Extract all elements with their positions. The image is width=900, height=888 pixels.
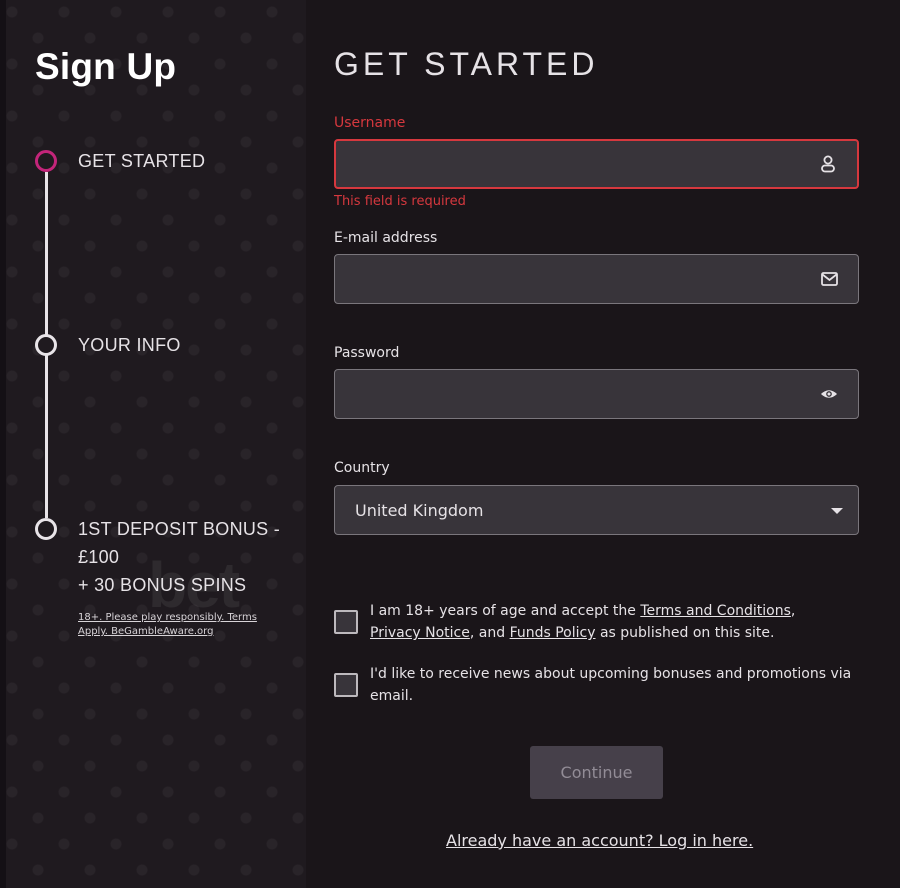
- step-indicator-bonus: [35, 518, 57, 540]
- terms-link[interactable]: Terms and Conditions: [640, 603, 791, 619]
- sidebar-title: Sign Up: [35, 46, 177, 87]
- step-indicator-your-info: [35, 334, 57, 356]
- age-consent-checkbox[interactable]: [334, 610, 358, 634]
- password-label: Password: [334, 345, 400, 361]
- country-select[interactable]: United Kingdom: [334, 485, 859, 535]
- country-label: Country: [334, 460, 390, 476]
- country-selected-value: United Kingdom: [355, 501, 484, 520]
- password-input[interactable]: [335, 370, 858, 418]
- email-field-wrapper: [334, 254, 859, 304]
- disclaimer-link-1[interactable]: 18+. Please play responsibly. Terms: [78, 612, 257, 623]
- funds-policy-link[interactable]: Funds Policy: [510, 625, 596, 641]
- age-consent-text-3: as published on this site.: [595, 625, 775, 641]
- form-title: GET STARTED: [334, 46, 599, 82]
- email-label: E-mail address: [334, 230, 438, 246]
- password-field-wrapper: [334, 369, 859, 419]
- age-consent-text-2: , and: [469, 625, 510, 641]
- privacy-notice-link[interactable]: Privacy Notice: [370, 625, 470, 641]
- marketing-consent-checkbox[interactable]: [334, 673, 358, 697]
- sidebar-edge: [0, 0, 6, 888]
- step-label-bonus: 1ST DEPOSIT BONUS - £100 + 30 BONUS SPIN…: [78, 515, 280, 599]
- username-label: Username: [334, 115, 406, 131]
- marketing-consent-text: I'd like to receive news about upcoming …: [370, 666, 852, 704]
- age-consent-text-1: I am 18+ years of age and accept the: [370, 603, 641, 619]
- bonus-line-1: 1ST DEPOSIT BONUS -: [78, 519, 281, 539]
- email-input[interactable]: [335, 255, 858, 303]
- bonus-line-3: + 30 BONUS SPINS: [78, 575, 247, 595]
- login-link[interactable]: Already have an account? Log in here.: [446, 831, 753, 850]
- disclaimer-link-2[interactable]: Apply. BeGambleAware.org: [78, 626, 213, 637]
- step-label-your-info: YOUR INFO: [78, 335, 181, 355]
- continue-button[interactable]: Continue: [530, 746, 663, 799]
- eye-icon[interactable]: [820, 385, 838, 403]
- bonus-line-2: £100: [78, 547, 120, 567]
- user-icon: [819, 155, 837, 173]
- chevron-down-icon: [831, 508, 843, 514]
- step-label-get-started: GET STARTED: [78, 151, 206, 171]
- step-indicator-get-started: [35, 150, 57, 172]
- age-consent-text: I am 18+ years of age and accept the Ter…: [370, 600, 865, 644]
- bonus-disclaimer: 18+. Please play responsibly. Terms Appl…: [78, 611, 273, 639]
- comma: ,: [790, 603, 796, 619]
- envelope-icon: [820, 270, 838, 288]
- username-error: This field is required: [334, 194, 466, 209]
- username-field-wrapper: [334, 139, 859, 189]
- signup-sidebar: Sign Up GET STARTED YOUR INFO bet 1ST DE…: [0, 0, 306, 888]
- username-input[interactable]: [336, 141, 857, 187]
